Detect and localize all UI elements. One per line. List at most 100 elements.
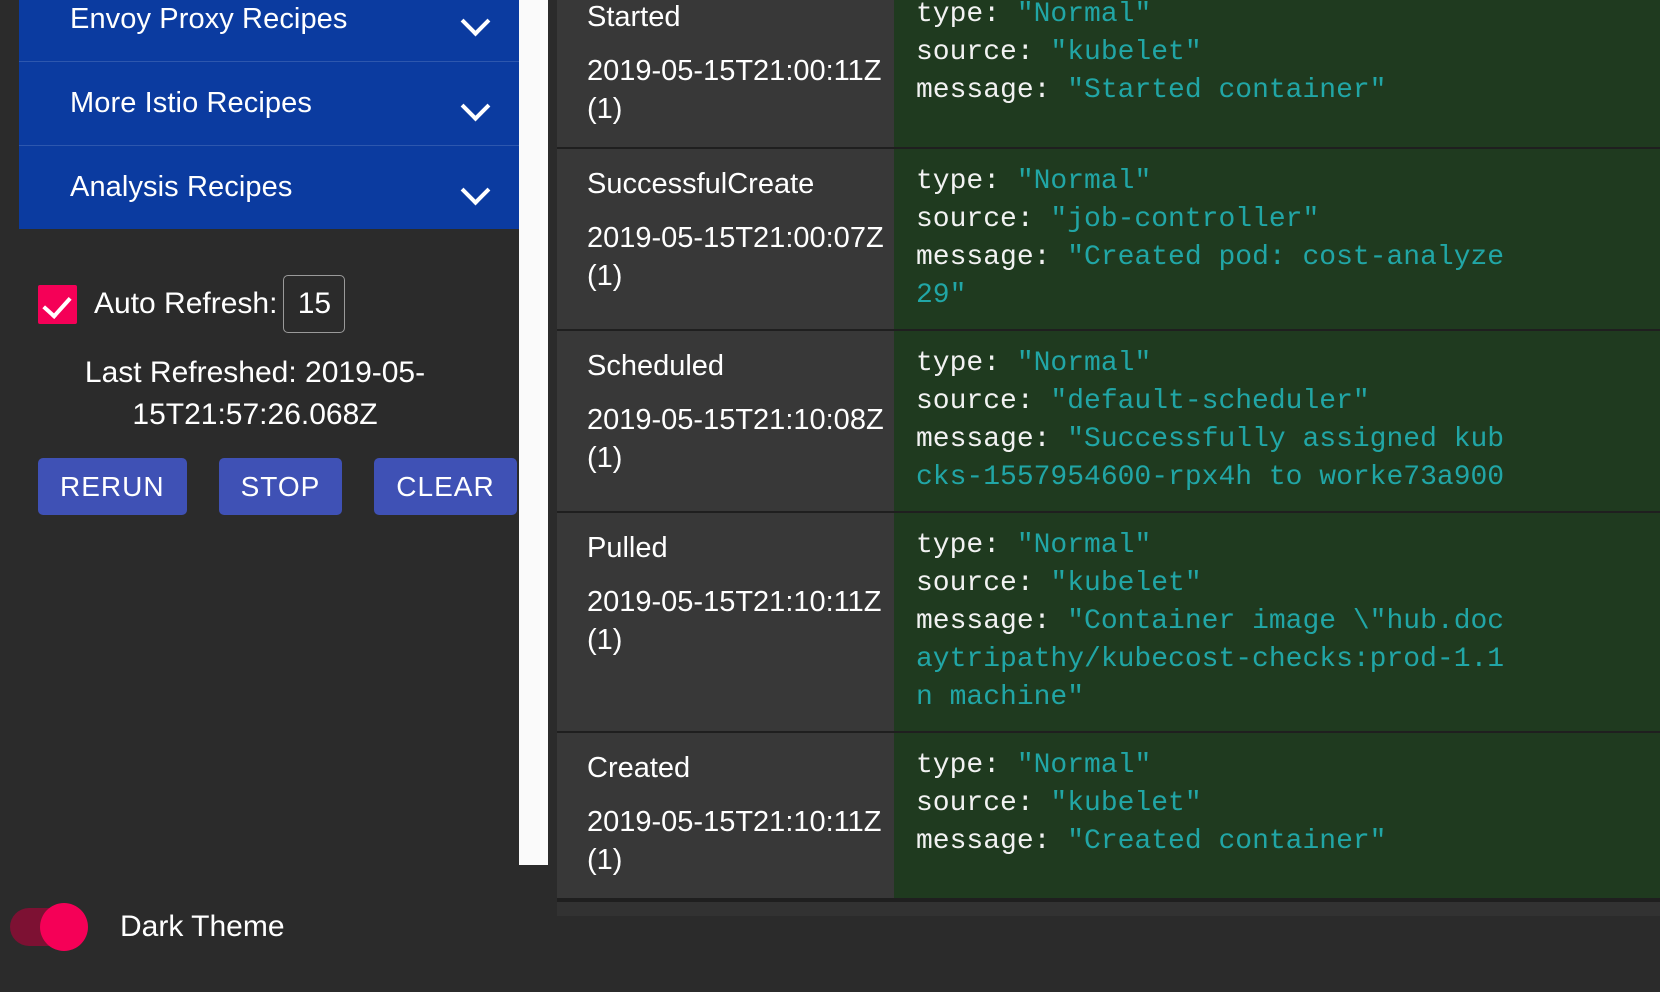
- accordion-item-analysis-recipes[interactable]: Analysis Recipes: [19, 145, 522, 229]
- event-json-value: "Created container": [1067, 826, 1387, 857]
- event-json-key: message:: [916, 606, 1068, 637]
- event-meta-cell: Started 2019-05-15T21:00:11Z (1): [557, 0, 894, 147]
- auto-refresh-row: Auto Refresh:: [38, 275, 346, 333]
- event-count: (1): [587, 624, 623, 656]
- last-refreshed-text: Last Refreshed: 2019-05-15T21:57:26.068Z: [84, 356, 426, 431]
- auto-refresh-label: Auto Refresh:: [94, 287, 278, 320]
- event-json-line: message: "Created pod: cost-analyze 29": [916, 239, 1660, 315]
- event-json-key: source:: [916, 37, 1051, 68]
- event-json-value: "kubelet": [1050, 788, 1202, 819]
- event-timestamp: 2019-05-15T21:10:11Z: [587, 586, 882, 618]
- dark-theme-label: Dark Theme: [120, 910, 285, 943]
- event-name: Started: [587, 1, 681, 33]
- event-meta-cell: Scheduled 2019-05-15T21:10:08Z (1): [557, 331, 894, 511]
- event-json-value: "Normal": [1016, 530, 1152, 561]
- event-json-value: "Normal": [1016, 348, 1152, 379]
- accordion-item-label: More Istio Recipes: [70, 87, 312, 119]
- event-timestamp: 2019-05-15T21:10:11Z: [587, 806, 882, 838]
- event-count: (1): [587, 93, 623, 125]
- event-json-key: source:: [916, 568, 1051, 599]
- event-json-key: message:: [916, 826, 1068, 857]
- event-meta-cell: SuccessfulCreate 2019-05-15T21:00:07Z (1): [557, 149, 894, 329]
- event-json-key: type:: [916, 0, 1017, 30]
- event-json-line: type: "Normal": [916, 747, 1660, 785]
- event-json-value: "kubelet": [1050, 568, 1202, 599]
- table-row[interactable]: Pulled 2019-05-15T21:10:11Z (1) type: "Norm…: [557, 513, 1660, 733]
- rerun-button[interactable]: RERUN: [38, 458, 187, 515]
- events-scrollbar[interactable]: [519, 0, 548, 865]
- chevron-down-icon[interactable]: [462, 180, 490, 196]
- event-json-line: source: "job-controller": [916, 201, 1660, 239]
- event-json-key: type:: [916, 348, 1017, 379]
- event-timestamp: 2019-05-15T21:10:08Z: [587, 404, 884, 436]
- event-json-line: type: "Normal": [916, 345, 1660, 383]
- event-json-line: message: "Started container": [916, 72, 1660, 110]
- event-json-cell: type: "Normal" source: "kubelet" message: …: [894, 0, 1660, 147]
- event-json-key: type:: [916, 530, 1017, 561]
- event-json-cell: type: "Normal" source: "kubelet" message: …: [894, 733, 1660, 898]
- action-button-row: RERUN STOP CLEAR: [38, 458, 517, 515]
- app-root: Envoy Proxy Recipes More Istio Recipes A…: [0, 0, 1660, 992]
- main-panel: Started 2019-05-15T21:00:11Z (1) type: "Nor…: [519, 0, 1660, 992]
- event-json-value: "job-controller": [1050, 204, 1320, 235]
- event-json-value: "Started container": [1067, 75, 1387, 106]
- events-table: Started 2019-05-15T21:00:11Z (1) type: "Nor…: [557, 0, 1660, 992]
- event-json-value: "kubelet": [1050, 37, 1202, 68]
- event-json-line: message: "Container image \"hub.doc aytr…: [916, 603, 1660, 717]
- event-json-line: source: "kubelet": [916, 34, 1660, 72]
- event-meta-cell: Pulled 2019-05-15T21:10:11Z (1): [557, 513, 894, 731]
- event-json-line: source: "kubelet": [916, 785, 1660, 823]
- event-json-key: message:: [916, 424, 1068, 455]
- event-json-value: "default-scheduler": [1050, 386, 1370, 417]
- event-json-line: source: "default-scheduler": [916, 383, 1660, 421]
- event-json-key: type:: [916, 166, 1017, 197]
- auto-refresh-interval-input[interactable]: [283, 275, 346, 333]
- event-json-value: "Normal": [1016, 0, 1152, 30]
- event-name: Scheduled: [587, 350, 725, 382]
- chevron-down-icon[interactable]: [462, 11, 490, 27]
- event-json-value: "Normal": [1016, 750, 1152, 781]
- table-row[interactable]: Created 2019-05-15T21:10:11Z (1) type: "Nor…: [557, 733, 1660, 900]
- recipes-accordion: Envoy Proxy Recipes More Istio Recipes A…: [19, 0, 522, 229]
- accordion-item-label: Envoy Proxy Recipes: [70, 2, 348, 35]
- event-json-line: source: "kubelet": [916, 565, 1660, 603]
- event-json-line: message: "Successfully assigned kub cks-…: [916, 421, 1660, 497]
- event-json-line: type: "Normal": [916, 0, 1660, 34]
- event-json-key: message:: [916, 75, 1068, 106]
- event-name: SuccessfulCreate: [587, 168, 815, 200]
- event-json-line: message: "Created container": [916, 823, 1660, 861]
- clear-button[interactable]: CLEAR: [374, 458, 517, 515]
- event-json-cell: type: "Normal" source: "job-controller" me…: [894, 149, 1660, 329]
- event-meta-cell: Created 2019-05-15T21:10:11Z (1): [557, 733, 894, 898]
- event-name: Created: [587, 752, 691, 784]
- dark-theme-toggle[interactable]: [10, 903, 88, 951]
- stop-button[interactable]: STOP: [218, 458, 343, 515]
- events-bottom-strip: [557, 900, 1660, 916]
- event-count: (1): [587, 844, 623, 876]
- event-count: (1): [587, 442, 623, 474]
- accordion-item-more-istio-recipes[interactable]: More Istio Recipes: [19, 61, 522, 145]
- dark-theme-row: Dark Theme: [10, 903, 285, 951]
- accordion-item-envoy-proxy-recipes[interactable]: Envoy Proxy Recipes: [19, 0, 522, 61]
- event-json-key: message:: [916, 242, 1068, 273]
- event-timestamp: 2019-05-15T21:00:11Z: [587, 55, 882, 87]
- table-row[interactable]: SuccessfulCreate 2019-05-15T21:00:07Z (1) t…: [557, 149, 1660, 331]
- event-json-cell: type: "Normal" source: "kubelet" message: …: [894, 513, 1660, 731]
- table-row[interactable]: Started 2019-05-15T21:00:11Z (1) type: "Nor…: [557, 0, 1660, 149]
- event-count: (1): [587, 260, 623, 292]
- event-name: Pulled: [587, 532, 668, 564]
- event-json-key: source:: [916, 788, 1051, 819]
- event-json-key: type:: [916, 750, 1017, 781]
- event-json-key: source:: [916, 204, 1051, 235]
- event-timestamp: 2019-05-15T21:00:07Z: [587, 222, 884, 254]
- event-json-cell: type: "Normal" source: "default-scheduler…: [894, 331, 1660, 511]
- event-json-key: source:: [916, 386, 1051, 417]
- sidebar: Envoy Proxy Recipes More Istio Recipes A…: [0, 0, 553, 992]
- chevron-down-icon[interactable]: [462, 96, 490, 112]
- accordion-item-label: Analysis Recipes: [70, 171, 293, 203]
- table-row[interactable]: Scheduled 2019-05-15T21:10:08Z (1) type: "N…: [557, 331, 1660, 513]
- event-json-line: type: "Normal": [916, 163, 1660, 201]
- auto-refresh-checkbox[interactable]: [38, 284, 77, 324]
- event-json-line: type: "Normal": [916, 527, 1660, 565]
- event-json-value: "Normal": [1016, 166, 1152, 197]
